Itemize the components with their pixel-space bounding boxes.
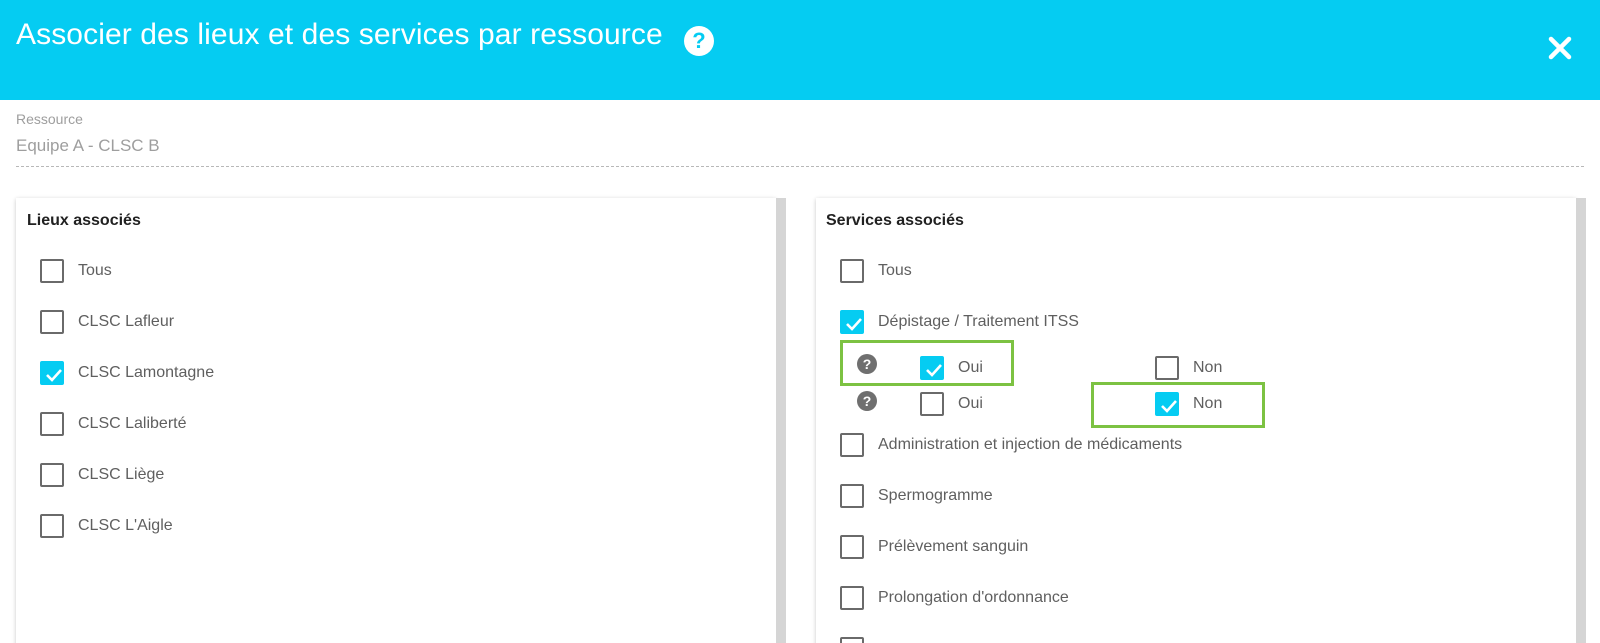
checkbox-label: CLSC Lamontagne (78, 364, 215, 381)
checkbox[interactable] (840, 637, 864, 643)
services-panel-title: Services associés (826, 212, 964, 229)
checkbox-label: Tous (878, 262, 912, 279)
checkbox[interactable] (40, 259, 64, 283)
checkbox-label: CLSC Laliberté (78, 415, 187, 432)
checkbox[interactable] (840, 484, 864, 508)
checkbox[interactable] (40, 412, 64, 436)
services-item-prolongation[interactable]: Prolongation d'ordonnance (840, 585, 1069, 611)
check-icon (1161, 400, 1177, 413)
close-icon[interactable] (1546, 34, 1574, 62)
checkbox[interactable] (840, 586, 864, 610)
services-item-depistage[interactable]: Dépistage / Traitement ITSS (840, 309, 1079, 335)
checkbox-label: CLSC Liège (78, 466, 165, 483)
checkbox-label: CLSC Lafleur (78, 313, 175, 330)
lieux-panel-title: Lieux associés (27, 212, 141, 229)
resource-field-underline (16, 166, 1584, 167)
services-item-partial[interactable] (840, 636, 864, 643)
help-icon[interactable]: ? (684, 26, 714, 56)
lieux-panel-scrollbar[interactable] (776, 198, 786, 643)
lieux-item-laliberte[interactable]: CLSC Laliberté (40, 411, 187, 437)
lieux-item-lamontagne[interactable]: CLSC Lamontagne (40, 360, 214, 386)
subquestion-1-oui[interactable]: Oui (920, 355, 983, 381)
checkbox-label: Spermogramme (878, 487, 993, 504)
resource-field[interactable]: Equipe A - CLSC B (16, 136, 160, 156)
lieux-item-liege[interactable]: CLSC Liège (40, 462, 164, 488)
help-icon[interactable]: ? (857, 354, 877, 374)
subquestion-2-oui[interactable]: Oui (920, 391, 983, 417)
checkbox-label: Dépistage / Traitement ITSS (878, 313, 1079, 330)
checkbox-label: Prélèvement sanguin (878, 538, 1029, 555)
checkbox[interactable] (40, 310, 64, 334)
checkbox-checked[interactable] (1155, 392, 1179, 416)
checkbox[interactable] (40, 514, 64, 538)
services-item-spermogramme[interactable]: Spermogramme (840, 483, 993, 509)
lieux-item-laigle[interactable]: CLSC L'Aigle (40, 513, 173, 539)
services-item-tous[interactable]: Tous (840, 258, 912, 284)
checkbox-label: Non (1193, 359, 1223, 376)
checkbox[interactable] (920, 392, 944, 416)
checkbox[interactable] (840, 259, 864, 283)
dialog-header: Associer des lieux et des services par r… (0, 0, 1600, 100)
checkbox[interactable] (1155, 356, 1179, 380)
checkbox[interactable] (40, 463, 64, 487)
checkbox[interactable] (840, 433, 864, 457)
lieux-item-tous[interactable]: Tous (40, 258, 112, 284)
checkbox-label: Tous (78, 262, 112, 279)
help-icon[interactable]: ? (857, 391, 877, 411)
checkbox-label: CLSC L'Aigle (78, 517, 173, 534)
services-item-administration[interactable]: Administration et injection de médicamen… (840, 432, 1182, 458)
checkbox-label: Oui (958, 395, 983, 412)
checkbox[interactable] (840, 535, 864, 559)
checkbox-checked[interactable] (920, 356, 944, 380)
checkbox-label: Prolongation d'ordonnance (878, 589, 1069, 606)
services-item-prelevement[interactable]: Prélèvement sanguin (840, 534, 1028, 560)
check-icon (846, 318, 862, 331)
subquestion-1-non[interactable]: Non (1155, 355, 1222, 381)
dialog-title: Associer des lieux et des services par r… (16, 18, 663, 51)
check-icon (926, 364, 942, 377)
checkbox-label: Administration et injection de médicamen… (878, 436, 1183, 453)
checkbox-checked[interactable] (840, 310, 864, 334)
check-icon (46, 369, 62, 382)
services-panel-scrollbar[interactable] (1576, 198, 1586, 643)
checkbox-label: Non (1193, 395, 1223, 412)
lieux-item-lafleur[interactable]: CLSC Lafleur (40, 309, 174, 335)
subquestion-2-non[interactable]: Non (1155, 391, 1222, 417)
resource-label: Ressource (16, 111, 83, 127)
checkbox-checked[interactable] (40, 361, 64, 385)
checkbox-label: Oui (958, 359, 983, 376)
